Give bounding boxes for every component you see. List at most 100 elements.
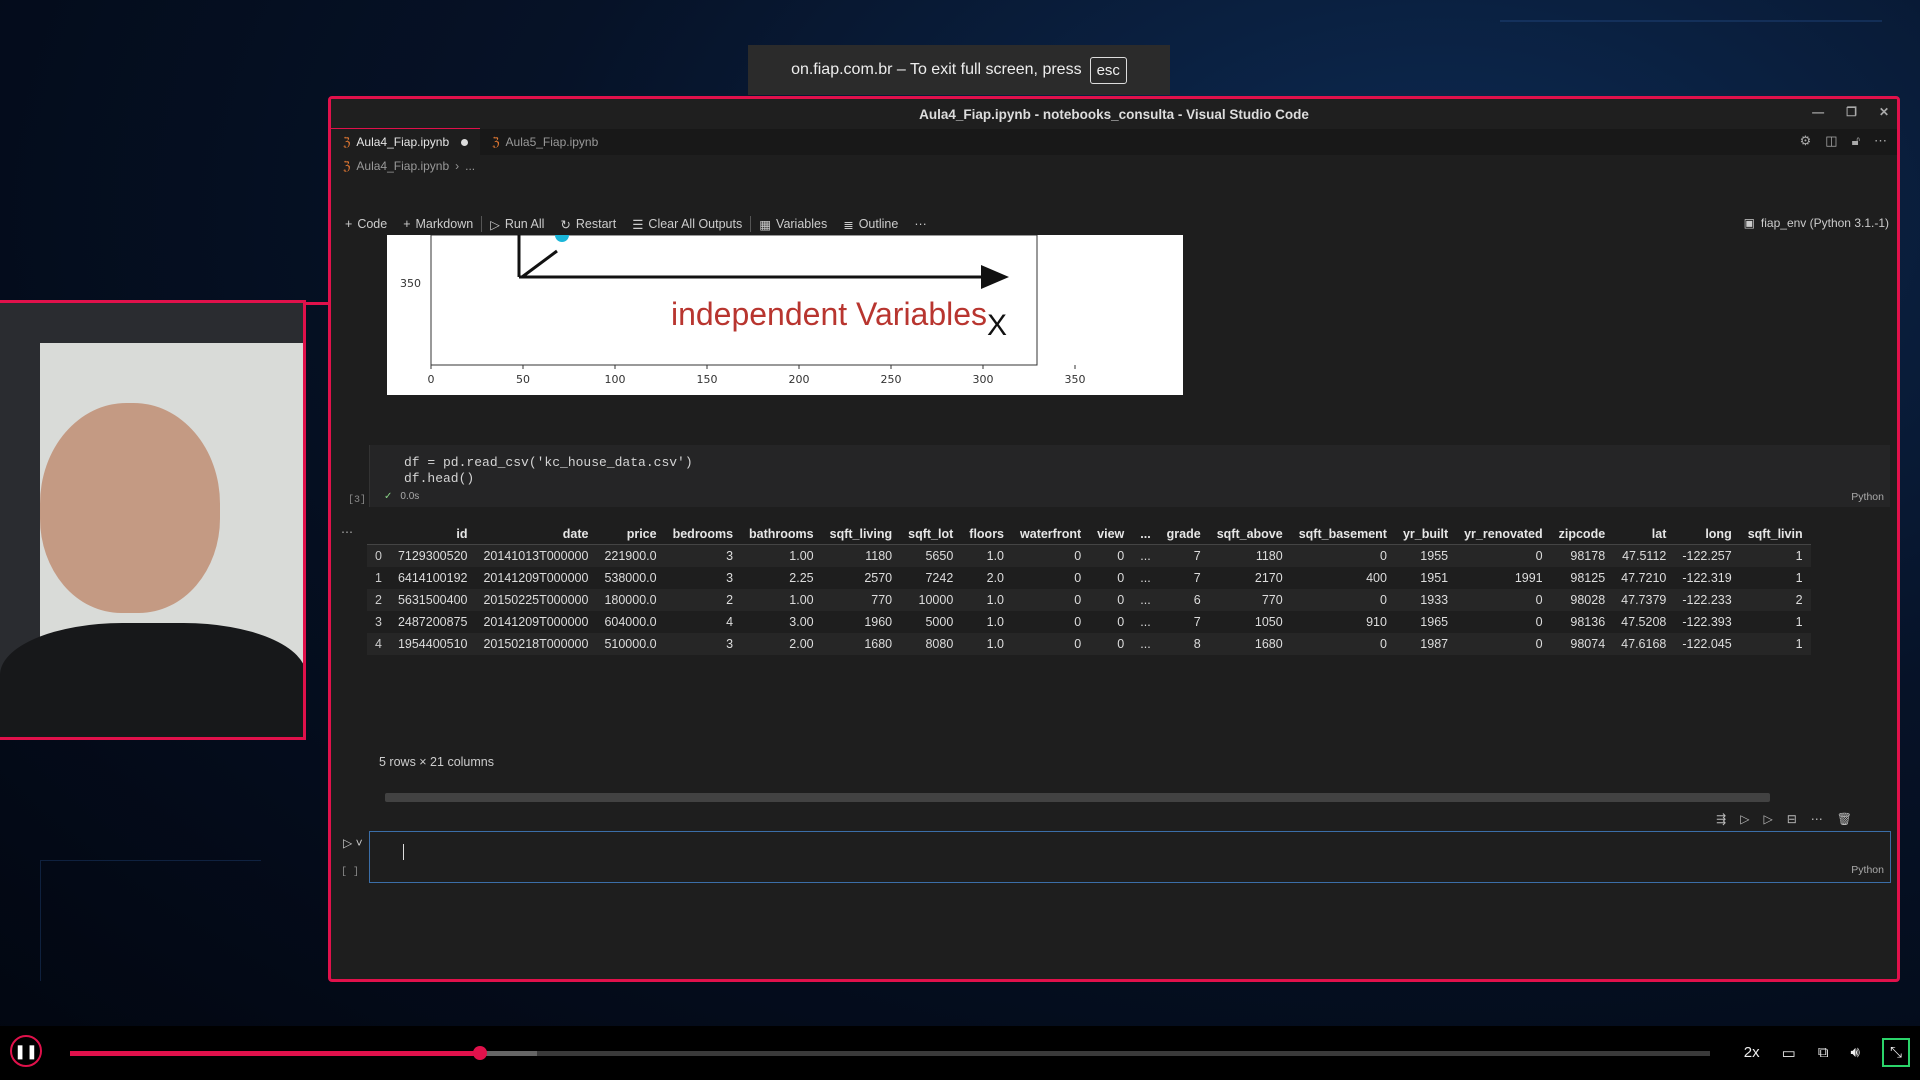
video-progress-track[interactable] xyxy=(70,1046,1710,1060)
table-row: 2 5631500400 20150225T000000 180000.0 2 1.00 7… xyxy=(367,589,1811,611)
cell-status: ✓ 0.0s xyxy=(384,491,419,502)
delete-cell-icon[interactable]: 🗑︎ xyxy=(1837,812,1852,826)
dataframe-shape: 5 rows × 21 columns xyxy=(379,755,494,769)
table-cell: 0 xyxy=(1535,637,1543,651)
table-cell: 5000 xyxy=(925,615,954,629)
run-cell-icon[interactable]: ▷ ˅ xyxy=(343,836,363,850)
minimize-icon[interactable]: — xyxy=(1812,105,1824,119)
tab-aula5[interactable]: ℨ Aula5_Fiap.ipynb xyxy=(480,129,610,155)
kernel-picker[interactable]: ▣ fiap_env (Python 3.1.-1) xyxy=(1744,216,1889,230)
table-cell: 180000.0 xyxy=(604,593,657,607)
run-by-line-icon[interactable]: ⇶ xyxy=(1716,812,1726,826)
column-header: lat xyxy=(1613,523,1675,545)
restart-button[interactable]: ↻ Restart xyxy=(552,217,624,232)
table-cell: 1987 xyxy=(1420,637,1449,651)
playback-speed-button[interactable]: 2x xyxy=(1744,1044,1760,1061)
notebook-icon: ℨ xyxy=(343,135,351,149)
table-cell: 0 xyxy=(1117,593,1125,607)
captions-icon[interactable]: ▭ xyxy=(1782,1044,1796,1062)
tab-aula4[interactable]: ℨ Aula4_Fiap.ipynb xyxy=(331,128,481,155)
add-code-button[interactable]: + Code xyxy=(337,217,395,231)
variables-button[interactable]: ▦ Variables xyxy=(751,217,835,232)
row-index: 3 xyxy=(375,615,382,629)
table-cell: 1.0 xyxy=(986,593,1005,607)
webcam-feed xyxy=(0,300,306,740)
add-markdown-button[interactable]: + Markdown xyxy=(395,217,481,231)
column-header: price xyxy=(596,523,665,545)
table-cell: 3.00 xyxy=(789,615,814,629)
table-cell: 538000.0 xyxy=(604,571,657,585)
table-cell: 1180 xyxy=(1255,549,1283,563)
presenter-face xyxy=(40,403,220,613)
toolbar-more-button[interactable]: ··· xyxy=(906,217,935,231)
table-cell: 0 xyxy=(1380,637,1387,651)
code-line-2[interactable]: df.head() xyxy=(370,471,1890,487)
run-all-label: Run All xyxy=(504,217,545,231)
outline-label: Outline xyxy=(858,217,899,231)
outline-icon: ≣ xyxy=(843,217,854,232)
breadcrumb-more[interactable]: ... xyxy=(465,159,475,173)
code-cell[interactable]: df = pd.read_csv('kc_house_data.csv') df… xyxy=(348,445,1890,507)
table-cell: -122.393 xyxy=(1682,615,1732,629)
table-cell: 1965 xyxy=(1420,615,1449,629)
table-cell: 2 xyxy=(726,593,734,607)
plot-output-image: independent Variables X 350 0 50 100 150 200… xyxy=(387,235,1183,395)
restore-icon[interactable]: ❐ xyxy=(1846,105,1857,119)
table-cell: 98125 xyxy=(1570,571,1606,585)
video-progress-handle[interactable] xyxy=(473,1046,487,1060)
background-circuit-line xyxy=(40,860,261,981)
pause-button[interactable]: ❚❚ xyxy=(10,1035,42,1067)
close-icon[interactable]: ✕ xyxy=(1879,105,1889,119)
table-cell: 1960 xyxy=(864,615,893,629)
clear-outputs-button[interactable]: ☰ Clear All Outputs xyxy=(624,217,750,232)
picture-in-picture-icon[interactable]: ⧉ xyxy=(1818,1044,1829,1061)
table-cell: 1180 xyxy=(865,549,893,563)
table-cell: 770 xyxy=(1261,593,1283,607)
exit-fullscreen-icon[interactable]: ⤡ xyxy=(1881,1038,1910,1067)
cell-language[interactable]: Python xyxy=(1851,491,1884,503)
table-cell: 7242 xyxy=(925,571,954,585)
table-cell: 2487200875 xyxy=(397,615,468,629)
more-actions-icon[interactable]: ⋯ xyxy=(1874,133,1887,149)
run-all-button[interactable]: ▷ Run All xyxy=(482,217,552,232)
table-cell: 20141209T000000 xyxy=(483,571,589,585)
x-tick-label: 300 xyxy=(973,373,994,386)
split-editor-icon[interactable]: ◫ xyxy=(1825,133,1837,149)
outline-button[interactable]: ≣ Outline xyxy=(835,217,906,232)
settings-gear-icon[interactable]: ⚙ xyxy=(1800,133,1812,149)
breadcrumb: ℨ Aula4_Fiap.ipynb › ... xyxy=(331,155,1897,177)
unsaved-dot-icon[interactable] xyxy=(461,138,469,146)
notebook-icon: ℨ xyxy=(343,159,351,173)
cell-language[interactable]: Python xyxy=(1851,864,1884,876)
output-more-icon[interactable]: ⋯ xyxy=(341,525,353,539)
empty-code-cell[interactable]: ⇶ ▷ ▷ ⊟ ⋯ 🗑︎ Python xyxy=(369,812,1891,883)
cell-more-icon[interactable]: ⋯ xyxy=(1811,812,1823,826)
execution-count: [3] xyxy=(348,495,367,506)
kernel-label: fiap_env (Python 3.1.-1) xyxy=(1760,216,1889,230)
table-cell: 7 xyxy=(1193,549,1201,563)
table-cell: 20141013T000000 xyxy=(483,549,589,563)
table-cell: 1933 xyxy=(1420,593,1449,607)
plot-label-x: X xyxy=(987,309,1007,342)
column-header: sqft_living xyxy=(821,523,901,545)
data-point-marker xyxy=(555,235,569,242)
table-cell: 770 xyxy=(871,593,893,607)
breadcrumb-file[interactable]: Aula4_Fiap.ipynb xyxy=(356,159,449,173)
execute-below-icon[interactable]: ▷ xyxy=(1763,812,1772,826)
code-line-1[interactable]: df = pd.read_csv('kc_house_data.csv') xyxy=(370,455,1890,471)
x-tick-label: 350 xyxy=(1065,373,1086,386)
plus-icon: + xyxy=(403,217,411,231)
volume-icon[interactable]: 🔊︎ xyxy=(1851,1044,1860,1061)
column-header: view xyxy=(1089,523,1133,545)
horizontal-scrollbar[interactable] xyxy=(385,793,1770,802)
table-cell: -122.045 xyxy=(1682,637,1732,651)
split-cell-icon[interactable]: ⊟ xyxy=(1787,812,1797,826)
table-cell: 400 xyxy=(1366,571,1387,585)
table-cell: 2.0 xyxy=(986,571,1005,585)
add-markdown-label: Markdown xyxy=(415,217,474,231)
table-cell: 7 xyxy=(1193,571,1201,585)
column-header: bedrooms xyxy=(664,523,742,545)
table-cell: 3 xyxy=(726,571,734,585)
execute-above-icon[interactable]: ▷ xyxy=(1740,812,1749,826)
lock-icon[interactable]: 🔓︎ xyxy=(1852,133,1860,149)
